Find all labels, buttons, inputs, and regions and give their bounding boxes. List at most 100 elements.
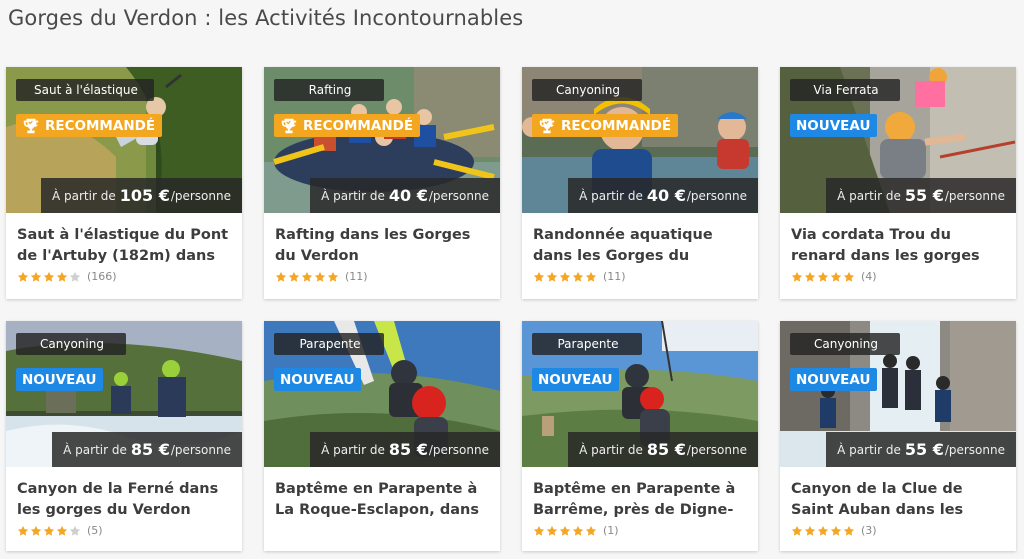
status-badge: NOUVEAU (16, 368, 104, 391)
star-icon (572, 271, 584, 282)
activity-title[interactable]: Randonnée aquatique dans les Gorges du V… (533, 225, 747, 267)
badge-label: NOUVEAU (22, 371, 97, 388)
activity-card[interactable]: Parapente NOUVEAU À partir de 85 € /pers… (522, 321, 758, 551)
status-badge: RECOMMANDÉ (274, 114, 421, 137)
star-icon (30, 525, 42, 536)
price-unit: /personne (428, 442, 489, 457)
card-media[interactable]: Via Ferrata NOUVEAU À partir de 55 € /pe… (780, 67, 1016, 213)
star-icon (843, 271, 855, 282)
card-media[interactable]: Canyoning NOUVEAU À partir de 85 € /pers… (6, 321, 242, 467)
rating: (11) (533, 270, 747, 283)
card-body: Canyon de la Clue de Saint Auban dans le… (780, 467, 1016, 537)
star-icon (56, 525, 68, 536)
status-badge: NOUVEAU (790, 368, 878, 391)
activity-card[interactable]: Saut à l'élastique RECOMMANDÉ À partir d… (6, 67, 242, 299)
price-box: À partir de 85 € /personne (310, 432, 500, 467)
star-rating (275, 271, 340, 283)
card-media[interactable]: Saut à l'élastique RECOMMANDÉ À partir d… (6, 67, 242, 213)
activity-card[interactable]: Canyoning NOUVEAU À partir de 55 € /pers… (780, 321, 1016, 551)
status-badge: NOUVEAU (532, 368, 620, 391)
category-tag: Parapente (274, 333, 384, 355)
star-icon (56, 271, 68, 282)
star-icon (817, 525, 829, 536)
review-count: (11) (345, 270, 368, 283)
card-body: Saut à l'élastique du Pont de l'Artuby (… (6, 213, 242, 283)
price-unit: /personne (428, 188, 489, 203)
card-body: Randonnée aquatique dans les Gorges du V… (522, 213, 758, 283)
star-icon (791, 525, 803, 536)
review-count: (166) (87, 270, 117, 283)
price-from: À partir de (321, 188, 385, 203)
activity-card[interactable]: Parapente NOUVEAU À partir de 85 € /pers… (264, 321, 500, 551)
category-tag: Via Ferrata (790, 79, 900, 101)
card-body: Rafting dans les Gorges du Verdon (11) (264, 213, 500, 283)
page-title: Gorges du Verdon : les Activités Inconto… (8, 6, 524, 30)
star-icon (30, 271, 42, 282)
price-from: À partir de (63, 442, 127, 457)
star-icon (830, 271, 842, 282)
activity-card[interactable]: Canyoning RECOMMANDÉ À partir de 40 € /p… (522, 67, 758, 299)
category-tag: Parapente (532, 333, 642, 355)
star-rating (533, 525, 598, 537)
badge-label: RECOMMANDÉ (303, 117, 414, 134)
rating: (11) (275, 270, 489, 283)
status-badge: RECOMMANDÉ (16, 114, 163, 137)
review-count: (1) (603, 524, 619, 537)
trophy-icon (539, 118, 555, 133)
price-amount: 85 € (646, 440, 686, 459)
rating: (5) (17, 524, 231, 537)
star-icon (43, 525, 55, 536)
star-icon (69, 271, 81, 282)
activity-grid: Saut à l'élastique RECOMMANDÉ À partir d… (6, 67, 1016, 551)
card-body: Canyon de la Ferné dans les gorges du Ve… (6, 467, 242, 537)
star-icon (546, 271, 558, 282)
star-icon (585, 525, 597, 536)
star-rating (533, 271, 598, 283)
badge-label: NOUVEAU (280, 371, 355, 388)
price-unit: /personne (944, 188, 1005, 203)
star-icon (17, 525, 29, 536)
category-tag: Canyoning (16, 333, 126, 355)
price-box: À partir de 105 € /personne (41, 178, 242, 213)
star-icon (546, 525, 558, 536)
activity-card[interactable]: Via Ferrata NOUVEAU À partir de 55 € /pe… (780, 67, 1016, 299)
star-rating (791, 271, 856, 283)
activity-title[interactable]: Via cordata Trou du renard dans les gorg… (791, 225, 1005, 267)
card-media[interactable]: Canyoning NOUVEAU À partir de 55 € /pers… (780, 321, 1016, 467)
star-icon (43, 271, 55, 282)
star-icon (559, 525, 571, 536)
price-amount: 55 € (904, 440, 944, 459)
activity-card[interactable]: Rafting RECOMMANDÉ À partir de 40 € /per… (264, 67, 500, 299)
price-unit: /personne (170, 442, 231, 457)
star-icon (327, 271, 339, 282)
activity-title[interactable]: Rafting dans les Gorges du Verdon (275, 225, 489, 267)
star-icon (533, 271, 545, 282)
price-box: À partir de 55 € /personne (826, 432, 1016, 467)
star-icon (572, 525, 584, 536)
status-badge: NOUVEAU (790, 114, 878, 137)
price-amount: 40 € (388, 186, 428, 205)
price-box: À partir de 55 € /personne (826, 178, 1016, 213)
card-media[interactable]: Rafting RECOMMANDÉ À partir de 40 € /per… (264, 67, 500, 213)
activity-title[interactable]: Saut à l'élastique du Pont de l'Artuby (… (17, 225, 231, 267)
star-icon (817, 271, 829, 282)
card-media[interactable]: Parapente NOUVEAU À partir de 85 € /pers… (264, 321, 500, 467)
status-badge: RECOMMANDÉ (532, 114, 679, 137)
activity-title[interactable]: Canyon de la Clue de Saint Auban dans le… (791, 479, 1005, 521)
rating: (166) (17, 270, 231, 283)
star-rating (17, 525, 82, 537)
activity-card[interactable]: Canyoning NOUVEAU À partir de 85 € /pers… (6, 321, 242, 551)
price-amount: 105 € (119, 186, 170, 205)
price-unit: /personne (686, 188, 747, 203)
price-amount: 85 € (130, 440, 170, 459)
activity-title[interactable]: Baptême en Parapente à Barrême, près de … (533, 479, 747, 521)
activity-title[interactable]: Baptême en Parapente à La Roque-Esclapon… (275, 479, 489, 521)
star-icon (791, 271, 803, 282)
category-tag: Saut à l'élastique (16, 79, 154, 101)
card-media[interactable]: Canyoning RECOMMANDÉ À partir de 40 € /p… (522, 67, 758, 213)
activity-title[interactable]: Canyon de la Ferné dans les gorges du Ve… (17, 479, 231, 521)
review-count: (11) (603, 270, 626, 283)
price-unit: /personne (944, 442, 1005, 457)
badge-label: NOUVEAU (796, 117, 871, 134)
card-media[interactable]: Parapente NOUVEAU À partir de 85 € /pers… (522, 321, 758, 467)
